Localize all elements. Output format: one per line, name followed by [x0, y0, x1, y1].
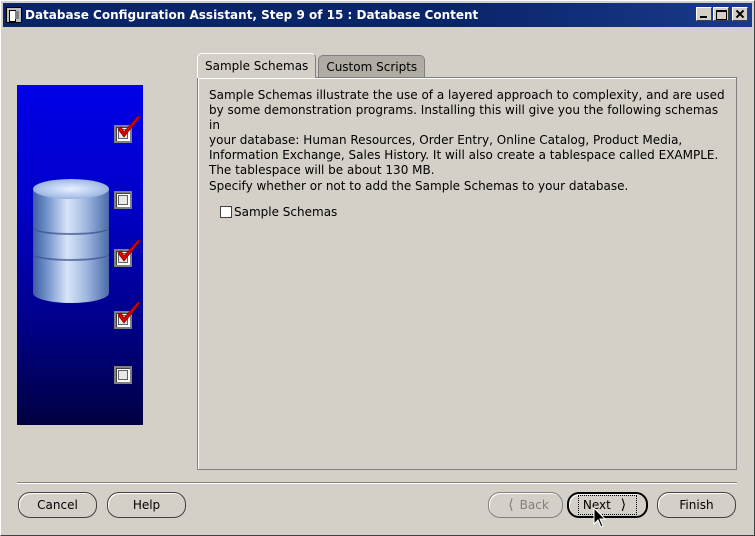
sample-schemas-checkbox-label[interactable]: Sample Schemas	[234, 205, 337, 219]
tab-bar: Sample Schemas Custom Scripts	[197, 53, 427, 78]
button-separator	[17, 482, 737, 484]
chevron-left-icon: ⟨	[508, 497, 514, 513]
app-icon	[6, 7, 22, 23]
cancel-button-label: Cancel	[37, 498, 78, 512]
sample-schemas-checkbox-row[interactable]: Sample Schemas	[220, 205, 337, 219]
step-progress-panel	[17, 85, 143, 425]
sample-schemas-prompt: Specify whether or not to add the Sample…	[209, 179, 629, 193]
sample-schemas-checkbox[interactable]	[220, 206, 232, 218]
help-button[interactable]: Help	[107, 492, 186, 518]
next-button[interactable]: Next ⟩	[567, 492, 648, 518]
close-icon[interactable]	[732, 7, 748, 21]
window-title: Database Configuration Assistant, Step 9…	[25, 8, 479, 22]
finish-button-label: Finish	[679, 498, 714, 512]
next-focus-ring: Next ⟩	[577, 495, 638, 515]
maximize-icon[interactable]	[713, 7, 729, 21]
finish-button[interactable]: Finish	[657, 492, 736, 518]
back-button[interactable]: ⟨ Back	[488, 492, 563, 518]
help-button-label: Help	[132, 498, 161, 512]
minimize-icon[interactable]	[696, 7, 712, 21]
database-cylinder-icon	[33, 179, 109, 303]
step-marker-2	[114, 191, 132, 209]
tab-content-panel: Sample Schemas illustrate the use of a l…	[197, 77, 737, 470]
step-marker-5	[114, 366, 132, 384]
window-controls	[695, 7, 748, 21]
chevron-right-icon: ⟩	[620, 497, 627, 513]
mouse-pointer-icon	[593, 507, 607, 528]
sample-schemas-description: Sample Schemas illustrate the use of a l…	[209, 88, 725, 177]
cancel-button[interactable]: Cancel	[18, 492, 97, 518]
title-bar[interactable]: Database Configuration Assistant, Step 9…	[3, 3, 752, 27]
checkmark-icon	[117, 115, 141, 138]
back-button-label: Back	[519, 498, 549, 512]
tab-sample-schemas[interactable]: Sample Schemas	[197, 53, 317, 78]
checkmark-icon	[117, 301, 141, 324]
dbca-window: Database Configuration Assistant, Step 9…	[0, 0, 755, 536]
checkmark-icon	[117, 239, 141, 262]
tab-custom-scripts[interactable]: Custom Scripts	[318, 55, 426, 77]
